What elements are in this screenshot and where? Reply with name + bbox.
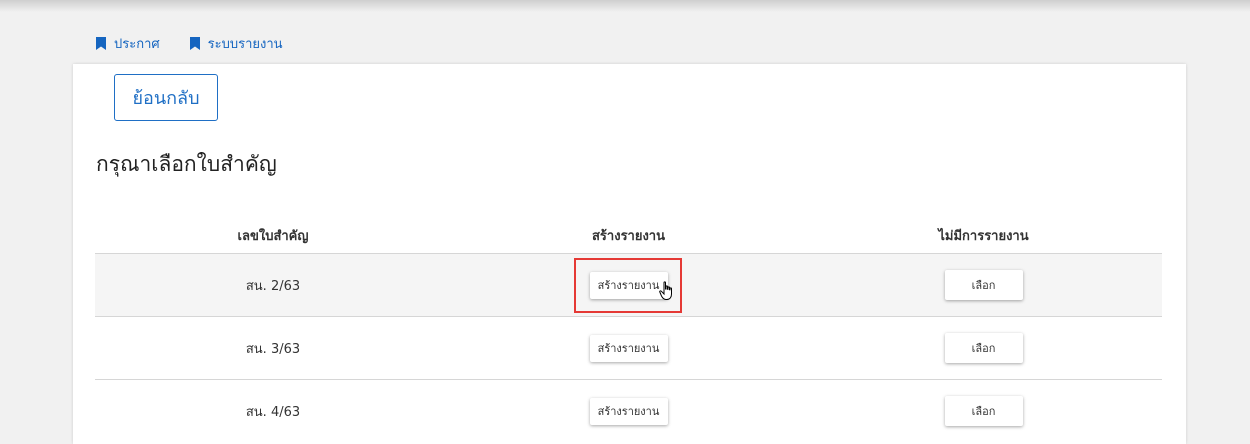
- nav-announcement-label: ประกาศ: [114, 37, 160, 52]
- create-report-button[interactable]: สร้างรายงาน: [589, 397, 668, 425]
- back-button[interactable]: ย้อนกลับ: [114, 74, 218, 121]
- create-report-button[interactable]: สร้างรายงาน: [589, 271, 668, 299]
- page-title: กรุณาเลือกใบสำคัญ: [96, 152, 277, 176]
- no-report-cell: เลือก: [806, 396, 1161, 426]
- create-report-cell: สร้างรายงาน: [451, 257, 806, 313]
- select-button[interactable]: เลือก: [944, 333, 1023, 363]
- nav-announcement-link[interactable]: ประกาศ: [96, 33, 160, 54]
- table-row: สน. 4/63 สร้างรายงาน เลือก: [95, 379, 1162, 442]
- header-create-report: สร้างรายงาน: [592, 228, 665, 244]
- highlighted-create-button-wrap: สร้างรายงาน: [573, 257, 682, 313]
- create-report-cell: สร้างรายงาน: [451, 397, 806, 425]
- top-shadow: [0, 0, 1250, 12]
- create-report-button[interactable]: สร้างรายงาน: [589, 334, 668, 362]
- voucher-number: สน. 2/63: [245, 278, 301, 294]
- bookmark-icon: [189, 37, 200, 50]
- bookmark-icon: [96, 37, 106, 50]
- table-row: สน. 2/63 สร้างรายงาน เลือก: [95, 253, 1162, 316]
- no-report-cell: เลือก: [806, 333, 1161, 363]
- nav-report-system-link[interactable]: ระบบรายงาน: [189, 33, 283, 54]
- main-card: ย้อนกลับ กรุณาเลือกใบสำคัญ เลขใบสำคัญ สร…: [73, 64, 1186, 444]
- header-no-report: ไม่มีการรายงาน: [938, 228, 1029, 244]
- hand-pointer-icon: [658, 280, 675, 305]
- select-button[interactable]: เลือก: [944, 270, 1023, 300]
- no-report-cell: เลือก: [806, 270, 1161, 300]
- select-button[interactable]: เลือก: [944, 396, 1023, 426]
- voucher-number: สน. 4/63: [245, 404, 301, 420]
- create-report-cell: สร้างรายงาน: [451, 334, 806, 362]
- nav-report-system-label: ระบบรายงาน: [207, 37, 283, 52]
- top-nav: ประกาศ ระบบรายงาน: [96, 33, 283, 54]
- header-voucher-number: เลขใบสำคัญ: [237, 228, 309, 244]
- table-row: สน. 3/63 สร้างรายงาน เลือก: [95, 316, 1162, 379]
- voucher-number: สน. 3/63: [245, 341, 301, 357]
- voucher-table: เลขใบสำคัญ สร้างรายงาน ไม่มีการรายงาน สน…: [95, 217, 1162, 442]
- table-header: เลขใบสำคัญ สร้างรายงาน ไม่มีการรายงาน: [95, 217, 1162, 253]
